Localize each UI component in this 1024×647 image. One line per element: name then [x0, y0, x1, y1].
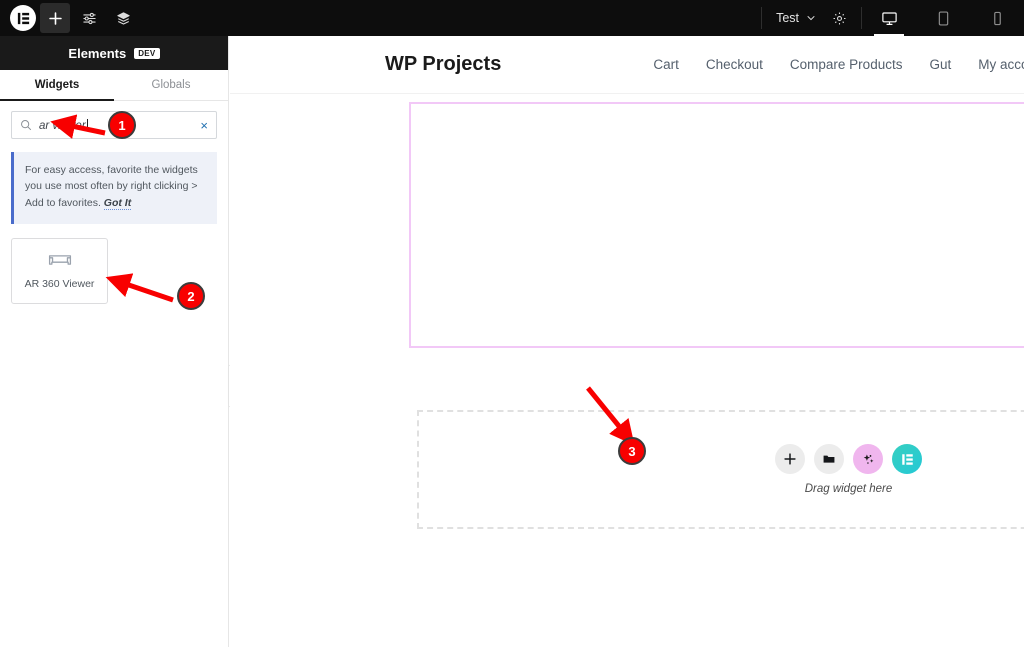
site-nav: Cart Checkout Compare Products Gut My ac…: [653, 57, 1024, 72]
nav-item-checkout[interactable]: Checkout: [706, 57, 763, 72]
panel-title: Elements: [68, 45, 127, 61]
add-element-button[interactable]: [775, 444, 805, 474]
got-it-button[interactable]: Got It: [103, 196, 132, 210]
annotation-marker-3: 3: [618, 437, 646, 465]
annotation-marker-2: 2: [177, 282, 205, 310]
tab-globals[interactable]: Globals: [114, 70, 228, 100]
mobile-icon: [993, 11, 1001, 25]
tab-widgets[interactable]: Widgets: [0, 70, 114, 101]
folder-icon: [823, 455, 835, 463]
add-element-button[interactable]: [40, 3, 70, 33]
gear-icon: [833, 12, 846, 24]
settings-button[interactable]: [828, 0, 861, 36]
favorites-notice: For easy access, favorite the widgets yo…: [11, 152, 217, 224]
device-preview-switcher: [862, 0, 1024, 36]
panel-tabs: Widgets Globals: [0, 70, 228, 101]
preview-canvas: WP Projects Cart Checkout Compare Produc…: [230, 36, 1024, 647]
elementor-editor: Test Elements DEV Widgets Globals ar vie…: [0, 0, 1024, 647]
sliders-icon[interactable]: [74, 3, 104, 33]
annotation-marker-1: 1: [108, 111, 136, 139]
nav-item-compare-products[interactable]: Compare Products: [790, 57, 903, 72]
add-template-button[interactable]: [814, 444, 844, 474]
site-name-label: Test: [776, 11, 799, 25]
widget-label: AR 360 Viewer: [24, 278, 95, 291]
topbar-right-tools: Test: [761, 0, 1024, 36]
layers-icon[interactable]: [108, 3, 138, 33]
site-title: WP Projects: [385, 53, 502, 75]
chevron-down-icon: [807, 16, 815, 21]
sofa-icon: [48, 255, 71, 266]
ai-button[interactable]: [853, 444, 883, 474]
nav-item-gut[interactable]: Gut: [929, 57, 951, 72]
text-caret: [86, 118, 88, 131]
desktop-icon: [881, 11, 897, 25]
widget-ar-360-viewer[interactable]: AR 360 Viewer: [11, 237, 108, 304]
dev-badge: DEV: [134, 47, 160, 59]
panel-header: Elements DEV: [0, 36, 228, 70]
elementor-logo-icon[interactable]: [10, 5, 36, 31]
drop-zone-content: Drag widget here: [775, 444, 922, 495]
site-selector[interactable]: Test: [762, 0, 828, 36]
sparkles-icon: [863, 453, 873, 464]
device-tablet-button[interactable]: [916, 0, 970, 36]
elementor-button[interactable]: [892, 444, 922, 474]
tab-globals-label: Globals: [151, 79, 191, 91]
device-desktop-button[interactable]: [862, 0, 916, 36]
drop-zone[interactable]: Drag widget here: [417, 410, 1024, 529]
topbar-left-tools: [0, 0, 138, 36]
nav-item-cart[interactable]: Cart: [653, 57, 679, 72]
device-mobile-button[interactable]: [970, 0, 1024, 36]
clear-search-button[interactable]: ×: [200, 119, 208, 132]
drop-zone-label: Drag widget here: [804, 483, 893, 495]
search-value-text: ar viewer: [39, 119, 86, 132]
tablet-icon: [938, 10, 948, 26]
drop-zone-buttons: [775, 444, 922, 474]
tab-widgets-label: Widgets: [34, 79, 80, 91]
editor-topbar: Test: [0, 0, 1024, 36]
site-header: WP Projects Cart Checkout Compare Produc…: [230, 36, 1024, 94]
elementor-logo-icon: [901, 453, 913, 465]
highlighted-section[interactable]: [409, 102, 1024, 348]
nav-item-my-account[interactable]: My account: [978, 57, 1024, 72]
search-icon: [21, 120, 32, 131]
plus-icon: [784, 453, 796, 465]
